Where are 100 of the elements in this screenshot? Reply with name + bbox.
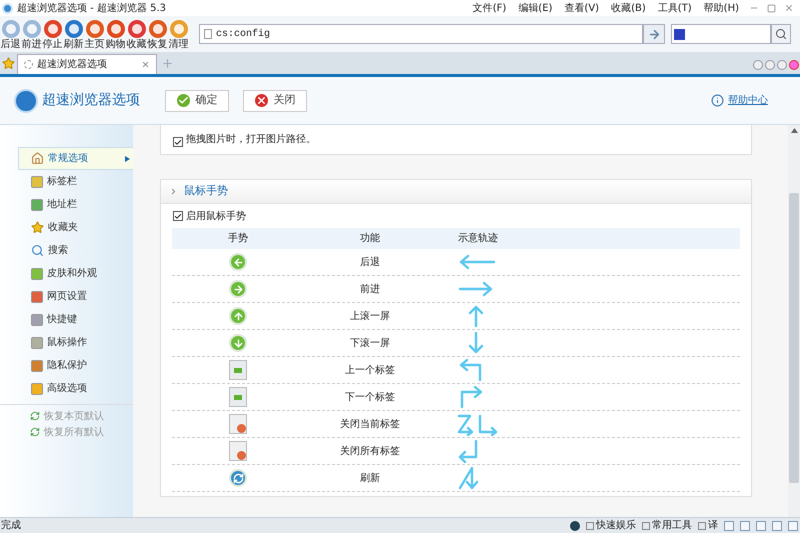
- address-field[interactable]: cs:config: [199, 24, 643, 44]
- option-icon: [31, 314, 43, 326]
- search-button[interactable]: [771, 24, 791, 44]
- toolbar-button[interactable]: 恢复: [148, 18, 168, 50]
- sidebar-item[interactable]: 隐私保护: [18, 354, 133, 377]
- caret-icon: [125, 156, 130, 162]
- ok-button[interactable]: 确定: [165, 90, 229, 112]
- column-header: 手势: [227, 232, 249, 246]
- menu-item[interactable]: 文件(F): [472, 0, 506, 16]
- status-text: 完成: [1, 518, 21, 533]
- trajectory-arrow-drawing: [460, 358, 482, 381]
- search-icon: [775, 28, 787, 40]
- sidebar-item[interactable]: 收藏夹: [18, 216, 133, 239]
- go-button[interactable]: [643, 24, 665, 44]
- toolbar-button[interactable]: 停止: [42, 18, 62, 50]
- function-cell-text: 后退: [359, 256, 381, 270]
- tab-page-icon: [229, 387, 247, 407]
- sidebar-item[interactable]: 标签栏: [18, 170, 133, 193]
- toolbar-button[interactable]: 后退: [0, 18, 20, 50]
- trajectory-arrow-drawing: [468, 332, 484, 353]
- option-label: 启用鼠标手势: [186, 210, 246, 224]
- menu-item[interactable]: 查看(V): [564, 0, 600, 16]
- check-icon: [176, 94, 190, 107]
- page-close-icon: [229, 414, 247, 434]
- function-cell-text: 关闭当前标签: [339, 418, 401, 432]
- function-cell-text: 关闭所有标签: [339, 444, 401, 458]
- sidebar-item[interactable]: 快捷键: [18, 308, 133, 331]
- checkbox[interactable]: [173, 137, 183, 147]
- option-icon: [31, 336, 43, 348]
- toolbar-button[interactable]: 刷新: [64, 18, 84, 50]
- status-item[interactable]: 译: [698, 518, 718, 533]
- option-icon: [31, 382, 43, 394]
- close-icon[interactable]: [141, 60, 150, 69]
- logo-icon: [14, 88, 38, 112]
- option-label: 拖拽图片时，打开图片路径。: [186, 132, 316, 147]
- maximize-icon[interactable]: [767, 4, 776, 12]
- sidebar-item[interactable]: 搜索: [18, 239, 133, 262]
- help-link[interactable]: 帮助中心: [728, 93, 768, 108]
- search-icon: [31, 244, 44, 257]
- sidebar-item[interactable]: 高级选项: [18, 377, 133, 400]
- info-icon: [711, 94, 724, 107]
- function-cell-text: 前进: [359, 282, 381, 296]
- menu-item[interactable]: 帮助(H): [704, 0, 739, 16]
- checkbox[interactable]: [173, 211, 183, 221]
- trajectory-arrow-drawing: [458, 440, 478, 462]
- gesture-icon: [229, 280, 247, 298]
- search-field[interactable]: [671, 24, 771, 44]
- option-icon: [31, 268, 43, 280]
- sidebar-item[interactable]: 地址栏: [18, 193, 133, 216]
- function-cell-text: 上一个标签: [344, 364, 396, 378]
- toolbar-button[interactable]: 清理: [168, 18, 188, 50]
- gesture-icon: [229, 253, 247, 271]
- gesture-icon: [229, 334, 247, 352]
- option-icon: [31, 360, 43, 372]
- section-title: 鼠标手势: [184, 183, 228, 200]
- close-button[interactable]: 关闭: [243, 90, 307, 112]
- loading-icon: [24, 60, 33, 69]
- function-cell-text: 刷新: [359, 472, 381, 486]
- toolbar-button[interactable]: 购物: [106, 18, 126, 50]
- toolbar-button[interactable]: 收藏: [126, 18, 146, 50]
- toolbar-button[interactable]: 前进: [22, 18, 42, 50]
- gesture-icon: [229, 469, 247, 487]
- sidebar-item[interactable]: 鼠标操作: [18, 331, 133, 354]
- menu-item[interactable]: 编辑(E): [518, 0, 552, 16]
- trajectory-arrow-drawing: [458, 281, 492, 296]
- function-cell-text: 下滚一屏: [349, 336, 391, 350]
- trajectory-arrow-drawing: [460, 386, 482, 408]
- arrow-right-icon: [648, 28, 660, 40]
- close-icon: [254, 94, 268, 107]
- star-icon: [31, 221, 44, 234]
- status-item[interactable]: 快速娱乐: [586, 518, 636, 533]
- toolbar-button[interactable]: 主页: [84, 18, 104, 50]
- sidebar-item[interactable]: 网页设置: [18, 285, 133, 308]
- tab-page-icon: [229, 360, 247, 380]
- page-close-icon: [229, 441, 247, 461]
- page-title: 超速浏览器选项: [42, 91, 140, 110]
- trajectory-arrow-drawing: [458, 414, 498, 436]
- page-icon: [204, 29, 212, 39]
- sidebar-item[interactable]: 皮肤和外观: [18, 262, 133, 285]
- expand-icon[interactable]: [169, 187, 178, 196]
- trajectory-arrow-drawing: [458, 466, 478, 489]
- scrollbar[interactable]: [788, 125, 800, 517]
- function-cell-text: 下一个标签: [344, 390, 396, 404]
- menu-item[interactable]: 收藏(B): [611, 0, 646, 16]
- sidebar-item[interactable]: 常规选项: [18, 147, 133, 170]
- browser-tab[interactable]: 超速浏览器选项: [17, 54, 157, 74]
- window-title: 超速浏览器选项 - 超速浏览器 5.3: [17, 2, 166, 16]
- gesture-icon: [229, 307, 247, 325]
- new-tab-icon[interactable]: [161, 57, 174, 70]
- close-icon[interactable]: [784, 3, 794, 13]
- column-header: 功能: [359, 232, 381, 246]
- star-icon[interactable]: [2, 57, 15, 70]
- option-icon: [31, 290, 43, 302]
- menu-item[interactable]: 工具(T): [658, 0, 692, 16]
- option-icon: [31, 176, 43, 188]
- option-icon: [31, 198, 43, 210]
- trajectory-arrow-drawing: [468, 305, 484, 327]
- status-item[interactable]: 常用工具: [642, 518, 692, 533]
- scroll-up-icon[interactable]: [790, 128, 798, 133]
- browser-logo-icon: [2, 2, 13, 14]
